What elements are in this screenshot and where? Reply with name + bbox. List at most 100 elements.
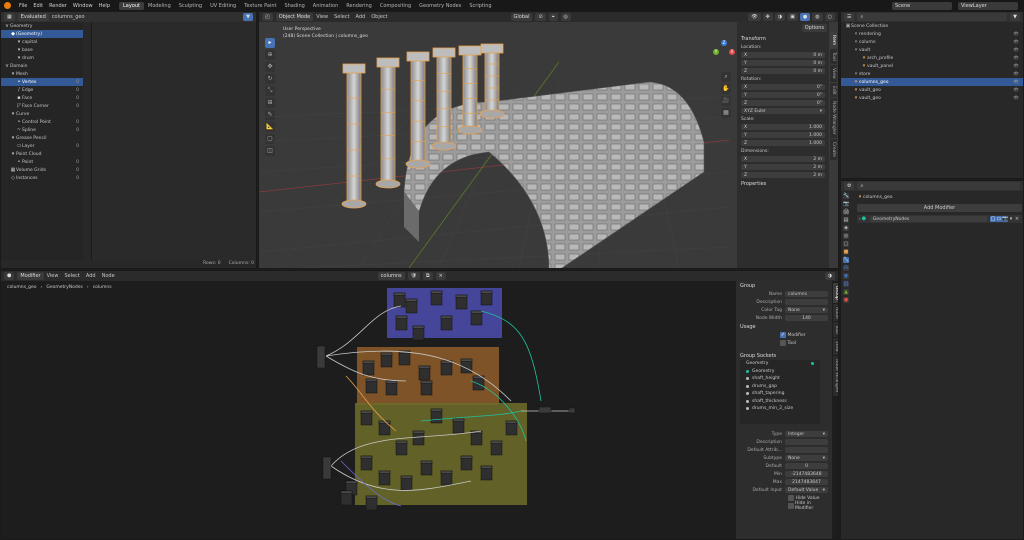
menu-edit[interactable]: Edit: [30, 3, 46, 9]
shading-rendered-icon[interactable]: ○: [824, 13, 835, 21]
properties-search-input[interactable]: ⌕: [857, 182, 1020, 190]
outliner-search-input[interactable]: ⌕: [857, 13, 1008, 21]
domain-tree-item[interactable]: • Point 0: [1, 158, 83, 166]
workspace-tab-texture-paint[interactable]: Texture Paint: [240, 2, 280, 10]
color-tag-dropdown[interactable]: None ▾: [785, 307, 828, 313]
editor-type-button[interactable]: ☰: [844, 13, 855, 21]
gizmo-x-axis[interactable]: X: [729, 49, 735, 55]
visibility-icon[interactable]: 👁: [748, 13, 761, 21]
navigation-gizmo[interactable]: Z X Y: [711, 40, 735, 64]
domain-tree-item[interactable]: ▾ Point Cloud: [1, 150, 83, 158]
outliner-item[interactable]: ▾ column 👁: [841, 38, 1023, 46]
group-section[interactable]: Group: [736, 281, 832, 290]
dims-y-field[interactable]: Y 2 m: [741, 164, 825, 170]
rotation-mode-dropdown[interactable]: XYZ Euler ▾: [741, 108, 825, 114]
domain-tree-item[interactable]: v Domain: [1, 62, 83, 70]
dims-x-field[interactable]: X 2 m: [741, 156, 825, 162]
domain-tree-item[interactable]: / Edge 0: [1, 86, 83, 94]
rot-z-field[interactable]: Z 0°: [741, 100, 825, 106]
hide-in-modifier-checkbox[interactable]: [788, 503, 794, 509]
add-modifier-button[interactable]: Add Modifier: [857, 204, 1022, 212]
group-description-field[interactable]: [785, 299, 828, 305]
editor-type-button[interactable]: ◰: [262, 13, 273, 21]
socket-description-field[interactable]: [785, 439, 828, 445]
scene-collection-row[interactable]: ▣ Scene Collection: [841, 22, 1023, 30]
domain-tree-item[interactable]: ▾ Mesh: [1, 70, 83, 78]
data-tab-icon[interactable]: ▲: [843, 289, 849, 295]
constraints-tab-icon[interactable]: ⛓: [843, 281, 849, 287]
default-attribute-field[interactable]: [785, 447, 828, 453]
domain-tree-item[interactable]: ◇ Instances 0: [1, 174, 83, 182]
eval-mode-dropdown[interactable]: Evaluated: [17, 13, 49, 21]
view-layer-tab-icon[interactable]: ▤: [843, 217, 849, 223]
duplicate-icon[interactable]: ⧉: [423, 272, 433, 280]
modifier-name-field[interactable]: GeometryNodes: [869, 216, 987, 222]
workspace-tab-compositing[interactable]: Compositing: [376, 2, 415, 10]
proportional-icon[interactable]: ◎: [560, 13, 571, 21]
domain-tree-item[interactable]: ▾ Grease Pencil: [1, 134, 83, 142]
collection-tab-icon[interactable]: ▢: [843, 241, 849, 247]
outliner-item[interactable]: ▾ vault_geo 👁: [841, 86, 1023, 94]
socket-type-dropdown[interactable]: Integer ▾: [785, 431, 828, 437]
domain-tree-item[interactable]: ◆ (Geometry): [1, 30, 83, 38]
node-sidebar-tab-tool[interactable]: Tool: [833, 322, 838, 338]
domain-tree-item[interactable]: • Control Point 0: [1, 118, 83, 126]
gizmo-y-axis[interactable]: Y: [713, 49, 719, 55]
visibility-eye-icon[interactable]: 👁: [1013, 80, 1023, 85]
visibility-eye-icon[interactable]: 👁: [1013, 32, 1023, 37]
transform-section[interactable]: Transform: [737, 34, 829, 43]
group-sockets-section[interactable]: Group Sockets: [736, 351, 832, 360]
editor-type-button[interactable]: ⚙: [844, 182, 855, 190]
group-name-field[interactable]: columns: [785, 291, 828, 297]
min-value-field[interactable]: -2147483648: [785, 471, 828, 477]
workspace-tab-layout[interactable]: Layout: [119, 1, 144, 10]
domain-tree-item[interactable]: v Geometry: [1, 22, 83, 30]
socket-item[interactable]: drums_min_2_size: [740, 405, 820, 413]
visibility-eye-icon[interactable]: 👁: [1013, 72, 1023, 77]
pivot-icon[interactable]: ⊙: [535, 13, 546, 21]
output-tab-icon[interactable]: 🖨: [843, 209, 849, 215]
workspace-tab-animation[interactable]: Animation: [309, 2, 343, 10]
visibility-eye-icon[interactable]: 👁: [1013, 40, 1023, 45]
node-sidebar-tab-view[interactable]: View: [833, 338, 838, 355]
gizmo-z-axis[interactable]: Z: [721, 40, 727, 46]
socket-item[interactable]: shaft_height: [740, 375, 820, 383]
menu-file[interactable]: File: [16, 3, 30, 9]
menu-help[interactable]: Help: [96, 3, 113, 9]
npanel-tab-view[interactable]: View: [830, 65, 837, 82]
grid-view-icon[interactable]: ▦: [721, 108, 731, 118]
domain-tree-item[interactable]: ▾ drum: [1, 54, 83, 62]
modifier-tab-icon[interactable]: 🔧: [843, 257, 849, 263]
subtype-dropdown[interactable]: None ▾: [785, 455, 828, 461]
domain-tree-item[interactable]: ◸ Face Corner 0: [1, 102, 83, 110]
workspace-tab-rendering[interactable]: Rendering: [342, 2, 376, 10]
viewport-3d[interactable]: ◰ Object Mode View Select Add Object Global…: [258, 11, 839, 269]
snap-icon[interactable]: ⌖: [548, 13, 558, 21]
domain-tree-item[interactable]: ▾ capital: [1, 38, 83, 46]
domain-tree-item[interactable]: • Vertex 0: [1, 78, 83, 86]
material-tab-icon[interactable]: ●: [843, 297, 849, 303]
socket-list[interactable]: Geometry Geometry shaft_height drums_gap sha…: [740, 360, 820, 424]
node-sidebar-tab-node-wrangler[interactable]: Node Wrangler: [833, 355, 838, 396]
node-sidebar-tab-node[interactable]: Node: [833, 303, 838, 322]
tool-checkbox[interactable]: [780, 340, 786, 346]
unlink-icon[interactable]: ×: [435, 272, 446, 280]
viewport-menu-view[interactable]: View: [316, 14, 328, 20]
socket-item[interactable]: shaft_thickness: [740, 398, 820, 406]
npanel-tab-create[interactable]: Create: [830, 139, 837, 160]
max-value-field[interactable]: 2147483647: [785, 479, 828, 485]
visibility-eye-icon[interactable]: 👁: [1013, 96, 1023, 101]
outliner-item[interactable]: ▾ vault_panel 👁: [841, 62, 1023, 70]
viewport-menu-add[interactable]: Add: [356, 14, 366, 20]
outliner-item[interactable]: ▾ vault 👁: [841, 46, 1023, 54]
node-menu-select[interactable]: Select: [64, 273, 79, 279]
npanel-tab-edit[interactable]: Edit: [830, 82, 837, 98]
dims-z-field[interactable]: Z 2 m: [741, 172, 825, 178]
menu-window[interactable]: Window: [70, 3, 96, 9]
workspace-tab-uv-editing[interactable]: UV Editing: [206, 2, 240, 10]
domain-tree-item[interactable]: ▾ Curve: [1, 110, 83, 118]
scale-z-field[interactable]: Z 1.000: [741, 140, 825, 146]
xray-icon[interactable]: ▣: [787, 13, 798, 21]
overlay-icon[interactable]: ◑: [774, 13, 786, 21]
shading-material-icon[interactable]: ◍: [812, 13, 823, 21]
